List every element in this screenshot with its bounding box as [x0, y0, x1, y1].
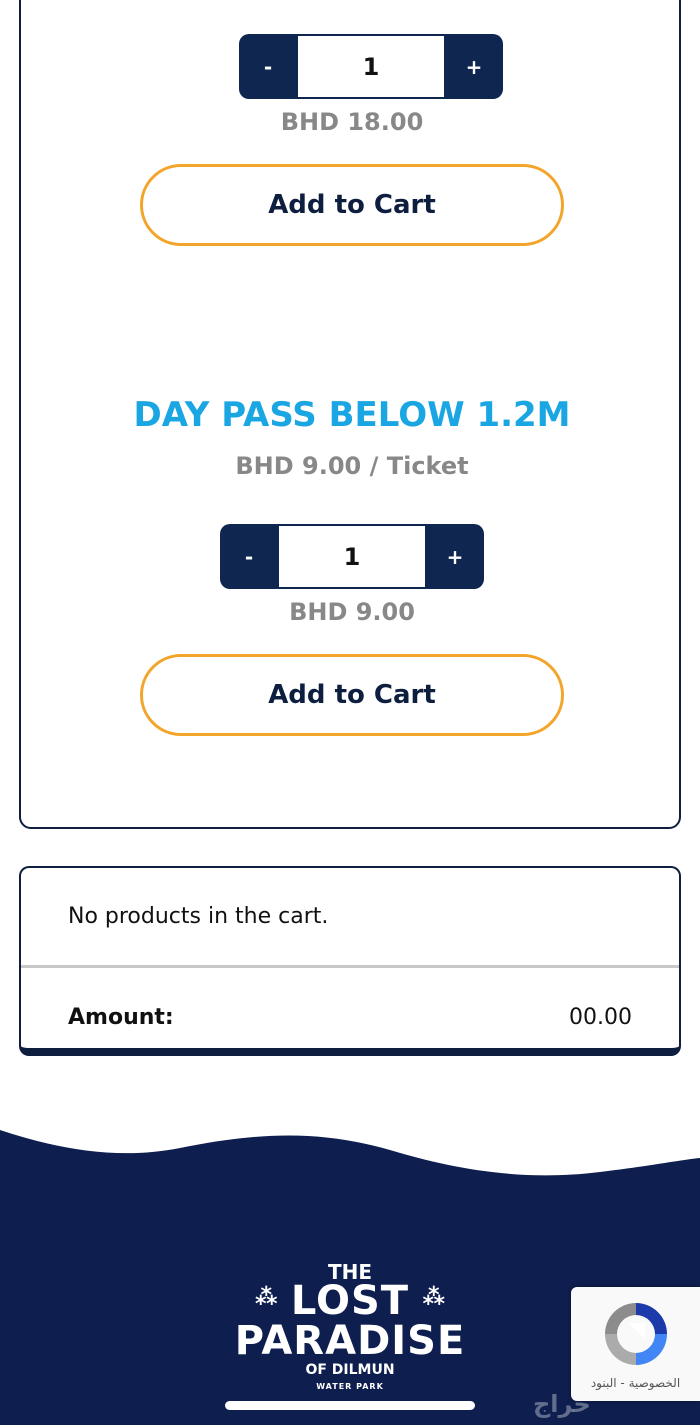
add-to-cart-button[interactable]: Add to Cart: [140, 164, 564, 246]
quantity-input[interactable]: 1: [298, 36, 444, 97]
divider: [21, 965, 679, 968]
add-to-cart-button[interactable]: Add to Cart: [140, 654, 564, 736]
increment-button[interactable]: +: [445, 34, 503, 99]
quantity-input[interactable]: 1: [279, 526, 425, 587]
product-total: BHD 9.00: [289, 598, 415, 626]
logo-text-of-dilmun: OF DILMUN: [305, 1362, 395, 1378]
increment-button[interactable]: +: [426, 524, 484, 589]
product-unit-price: BHD 9.00 / Ticket: [235, 452, 469, 480]
quantity-stepper[interactable]: - 1 +: [220, 524, 484, 589]
decrement-button[interactable]: -: [220, 524, 278, 589]
page: - 1 + BHD 18.00 Add to Cart DAY PASS BEL…: [0, 0, 700, 1425]
home-indicator[interactable]: [225, 1401, 475, 1410]
recaptcha-badge[interactable]: الخصوصية - البنود: [571, 1287, 700, 1401]
recaptcha-privacy-terms-link[interactable]: الخصوصية - البنود: [571, 1376, 700, 1390]
cart-empty-message: No products in the cart.: [68, 904, 329, 929]
product-total: BHD 18.00: [280, 108, 424, 136]
logo-text-paradise: PARADISE: [234, 1318, 466, 1364]
logo-text-water-park: WATER PARK: [316, 1382, 384, 1391]
product-title: DAY PASS BELOW 1.2M: [133, 395, 571, 435]
amount-label: Amount:: [68, 1005, 174, 1030]
splash-right-icon: ⁂: [422, 1285, 445, 1310]
recaptcha-icon: [605, 1303, 667, 1365]
park-logo: THE ⁂ LOST ⁂ PARADISE OF DILMUN WATER PA…: [225, 1260, 475, 1395]
cart-summary: No products in the cart. Amount: 00.00: [19, 866, 681, 1056]
amount-value: 00.00: [569, 1005, 632, 1030]
decrement-button[interactable]: -: [239, 34, 297, 99]
watermark: حراج: [533, 1390, 591, 1418]
product-card: - 1 + BHD 18.00 Add to Cart DAY PASS BEL…: [19, 0, 681, 829]
quantity-stepper[interactable]: - 1 +: [239, 34, 503, 99]
